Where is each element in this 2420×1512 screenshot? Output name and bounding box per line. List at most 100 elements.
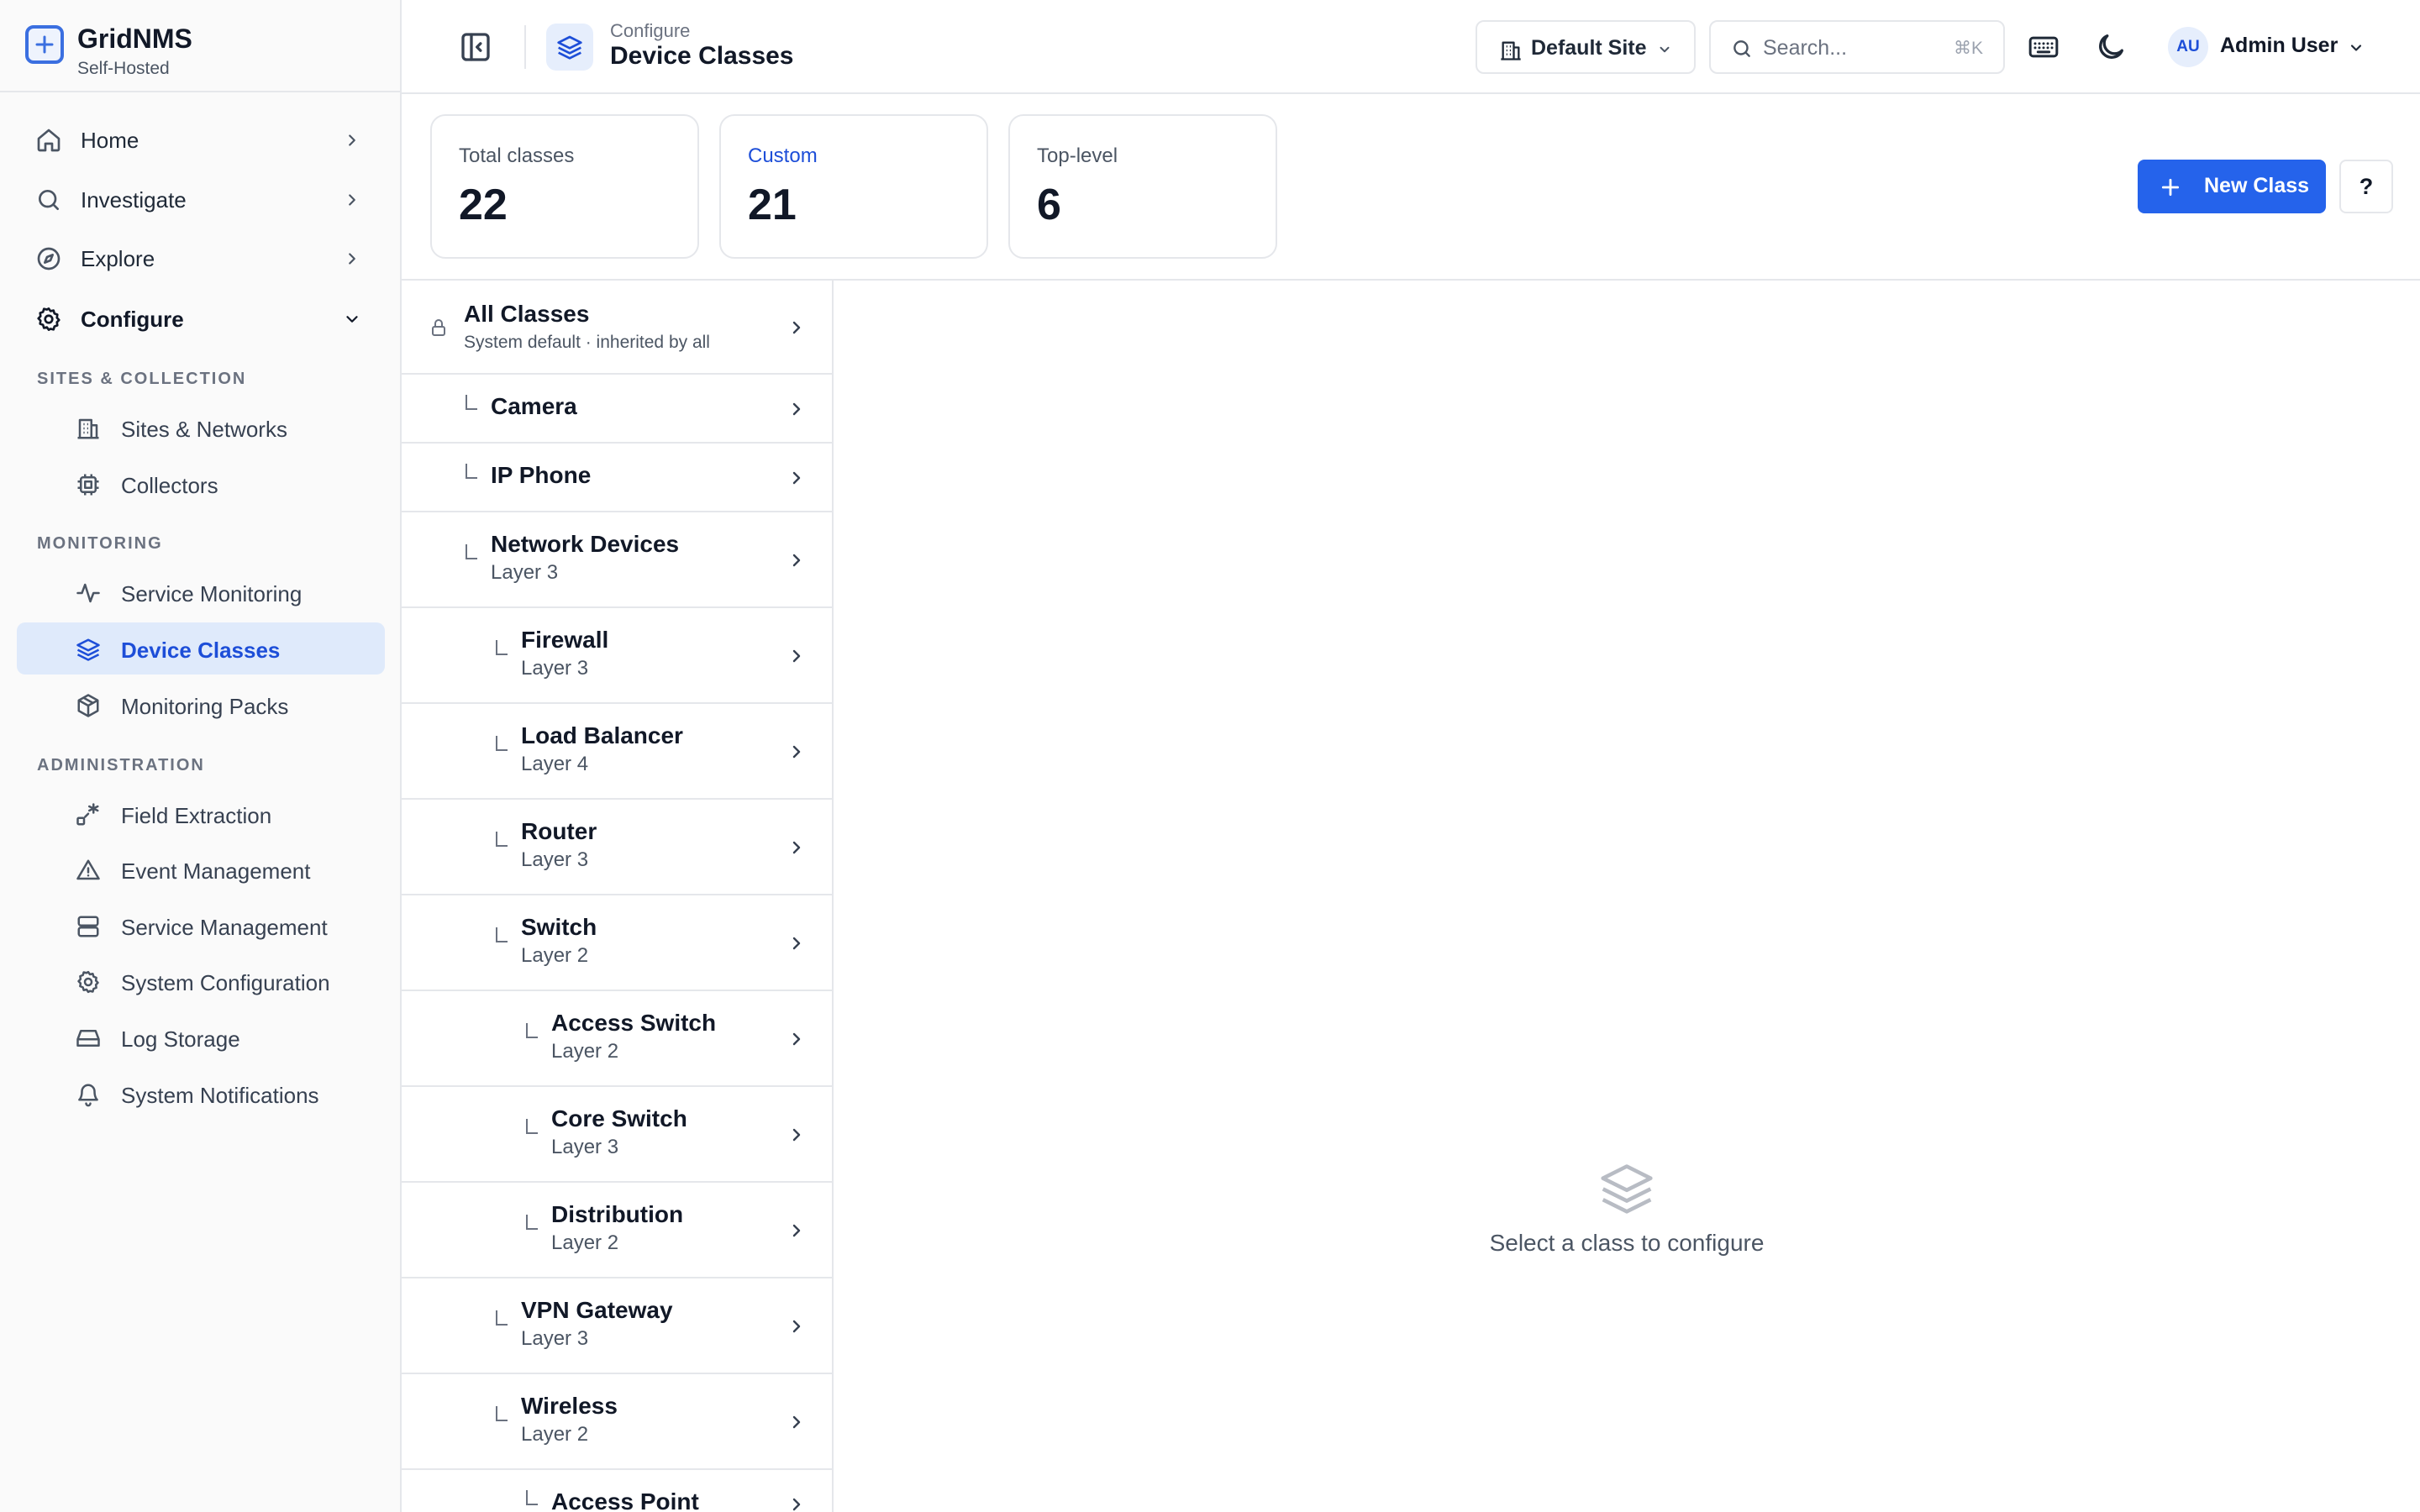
tree-row-core-switch[interactable]: Core Switch Layer 3 — [402, 1087, 832, 1183]
tree-row-camera[interactable]: Camera — [402, 375, 832, 444]
nav-item-explore[interactable]: Explore — [17, 233, 383, 285]
global-search[interactable]: ⌘K — [1709, 20, 2005, 74]
chevron-right-icon — [786, 1221, 807, 1241]
page-title: Device Classes — [610, 42, 794, 70]
tree-branch-icon — [496, 1406, 508, 1421]
nav-item-label: Home — [81, 128, 139, 153]
breadcrumb[interactable]: Configure — [610, 20, 690, 42]
sidebar: GridNMS Self-Hosted Home Investigate Exp… — [0, 0, 402, 1512]
nav-item-configure[interactable]: Configure — [17, 293, 383, 345]
sidebar-item-label: Service Monitoring — [121, 581, 302, 606]
tree-row-all-classes[interactable]: All Classes System default · inherited by… — [402, 281, 832, 375]
sidebar-item-device-classes[interactable]: Device Classes — [17, 622, 385, 675]
tree-row-vpn-gateway[interactable]: VPN Gateway Layer 3 — [402, 1278, 832, 1374]
search-icon — [35, 186, 62, 213]
tree-row-name: Access Point — [551, 1488, 699, 1512]
help-button[interactable]: ? — [2339, 160, 2393, 213]
tree-row-distribution[interactable]: Distribution Layer 2 — [402, 1183, 832, 1278]
plus-icon — [2160, 176, 2181, 198]
chevron-right-icon — [786, 1029, 807, 1049]
tree-row-ip-phone[interactable]: IP Phone — [402, 444, 832, 512]
new-class-button[interactable]: New Class — [2138, 160, 2326, 213]
sidebar-item-sites-networks[interactable]: Sites & Networks — [17, 402, 385, 454]
tree-branch-icon — [466, 395, 477, 410]
sidebar-item-system-notifications[interactable]: System Notifications — [17, 1068, 385, 1120]
sidebar-item-field-extraction[interactable]: Field Extraction — [17, 788, 385, 840]
tree-row-name: Camera — [491, 393, 577, 419]
site-selector-label: Default Site — [1531, 36, 1647, 60]
top-header: Configure Device Classes Default Site ⌘K… — [402, 0, 2420, 94]
chevron-right-icon — [786, 318, 807, 338]
tree-row-network-devices[interactable]: Network Devices Layer 3 — [402, 512, 832, 608]
stat-card-total-classes: Total classes 22 — [430, 114, 699, 259]
tree-row-subtitle: Layer 4 — [521, 753, 589, 775]
new-class-label: New Class — [2204, 174, 2310, 197]
chevron-right-icon — [786, 1412, 807, 1432]
nav-item-investigate[interactable]: Investigate — [17, 174, 383, 226]
chevron-right-icon — [786, 646, 807, 666]
tree-row-name: Switch — [521, 914, 597, 940]
sidebar-item-label: Service Management — [121, 915, 328, 940]
building-icon — [1499, 39, 1523, 62]
section-title-administration: ADMINISTRATION — [37, 756, 205, 774]
tree-row-wireless[interactable]: Wireless Layer 2 — [402, 1374, 832, 1470]
site-selector[interactable]: Default Site — [1476, 20, 1696, 74]
chevron-right-icon — [786, 837, 807, 858]
sidebar-item-event-management[interactable]: Event Management — [17, 843, 385, 895]
tree-branch-icon — [496, 832, 508, 847]
layers-icon — [1598, 1159, 1655, 1216]
tree-row-subtitle: Layer 3 — [491, 561, 559, 584]
tree-row-access-point[interactable]: Access Point — [402, 1470, 832, 1512]
tree-row-name: Core Switch — [551, 1105, 687, 1131]
tree-branch-icon — [496, 736, 508, 751]
sidebar-toggle-icon[interactable] — [459, 30, 492, 64]
chevron-right-icon — [786, 399, 807, 419]
tree-row-subtitle: System default · inherited by all — [464, 333, 710, 352]
chevron-right-icon — [786, 468, 807, 488]
chevron-right-icon — [343, 131, 361, 150]
tree-row-load-balancer[interactable]: Load Balancer Layer 4 — [402, 704, 832, 800]
nav-item-home[interactable]: Home — [17, 114, 383, 166]
sidebar-item-monitoring-packs[interactable]: Monitoring Packs — [17, 679, 385, 731]
chevron-down-icon — [343, 310, 361, 328]
section-title-monitoring: MONITORING — [37, 534, 163, 553]
chevron-right-icon — [343, 249, 361, 268]
nav-item-label: Configure — [81, 307, 184, 332]
moon-icon[interactable] — [2094, 30, 2128, 64]
sidebar-item-system-configuration[interactable]: System Configuration — [17, 955, 385, 1007]
tree-branch-icon — [466, 544, 477, 559]
grid-logo-icon — [25, 25, 64, 64]
tree-row-switch[interactable]: Switch Layer 2 — [402, 895, 832, 991]
stat-label: Total classes — [459, 144, 575, 167]
stat-value: 22 — [459, 181, 508, 229]
tree-row-router[interactable]: Router Layer 3 — [402, 800, 832, 895]
chevron-down-icon[interactable] — [2348, 39, 2365, 56]
warning-icon — [76, 858, 101, 883]
sidebar-item-label: System Notifications — [121, 1083, 319, 1108]
stat-card-custom[interactable]: Custom 21 — [719, 114, 988, 259]
tree-branch-icon — [496, 640, 508, 655]
tree-row-name: Distribution — [551, 1201, 684, 1227]
tree-row-firewall[interactable]: Firewall Layer 3 — [402, 608, 832, 704]
chevron-right-icon — [786, 550, 807, 570]
user-name[interactable]: Admin User — [2220, 34, 2338, 58]
sidebar-item-service-monitoring[interactable]: Service Monitoring — [17, 566, 385, 618]
keyboard-icon[interactable] — [2027, 30, 2060, 64]
tree-row-subtitle: Layer 2 — [521, 944, 589, 967]
brand[interactable]: GridNMS Self-Hosted — [0, 0, 400, 92]
sidebar-item-service-management[interactable]: Service Management — [17, 900, 385, 952]
tree-row-access-switch[interactable]: Access Switch Layer 2 — [402, 991, 832, 1087]
empty-state-message: Select a class to configure — [1489, 1230, 1765, 1256]
package-icon — [76, 693, 101, 718]
sidebar-item-label: Collectors — [121, 473, 218, 498]
gear-icon — [76, 969, 101, 995]
tree-branch-icon — [526, 1215, 538, 1230]
sidebar-item-collectors[interactable]: Collectors — [17, 458, 385, 510]
avatar[interactable]: AU — [2168, 27, 2208, 67]
stat-label: Top-level — [1037, 144, 1118, 167]
sidebar-item-label: Field Extraction — [121, 803, 272, 828]
stat-value: 21 — [748, 181, 797, 229]
sidebar-item-log-storage[interactable]: Log Storage — [17, 1011, 385, 1063]
tree-branch-icon — [496, 1310, 508, 1326]
search-input[interactable] — [1763, 32, 1948, 64]
